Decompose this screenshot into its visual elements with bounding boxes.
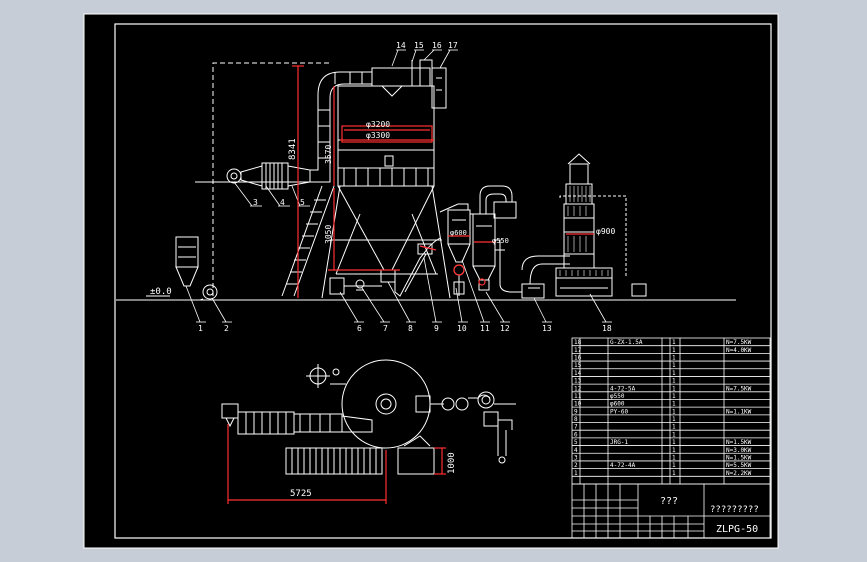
leader-no-10: 10 <box>457 324 467 333</box>
parts-cell-qty: 1 <box>672 416 676 423</box>
parts-cell-no: 10 <box>574 401 582 408</box>
parts-cell-no: 14 <box>574 370 582 377</box>
parts-cell-name: G-ZX-1.5A <box>610 339 643 346</box>
parts-cell-note: N=2.2KW <box>726 470 752 477</box>
parts-cell-note: N=7.5KW <box>726 385 752 392</box>
leader-no-7: 7 <box>383 324 388 333</box>
parts-cell-note: N=4.0KW <box>726 347 752 354</box>
parts-cell-no: 6 <box>574 431 578 438</box>
parts-cell-name: JRG-1 <box>610 439 628 446</box>
plan-width-dimension: 1000 <box>447 452 457 474</box>
drawing-title: ??? <box>660 496 678 507</box>
parts-cell-qty: 1 <box>672 431 676 438</box>
cyclone-1-diameter-label: φ600 <box>450 229 467 237</box>
parts-cell-qty: 1 <box>672 462 676 469</box>
parts-cell-qty: 1 <box>672 355 676 362</box>
leader-no-4: 4 <box>280 198 285 207</box>
leader-no-16: 16 <box>432 41 442 50</box>
parts-cell-no: 7 <box>574 424 578 431</box>
parts-cell-qty: 1 <box>672 347 676 354</box>
company-name: ????????? <box>710 505 759 515</box>
parts-cell-qty: 1 <box>672 454 676 461</box>
parts-cell-qty: 1 <box>672 408 676 415</box>
outer-diameter-label: φ3300 <box>366 131 390 140</box>
leader-no-2: 2 <box>224 324 229 333</box>
cad-drawing-sheet: ±0.0 8341 3570 3050 φ3200 φ3300 φ600 φ55… <box>83 13 779 549</box>
parts-cell-no: 11 <box>574 393 582 400</box>
parts-cell-qty: 1 <box>672 424 676 431</box>
parts-cell-no: 12 <box>574 385 582 392</box>
parts-cell-qty: 1 <box>672 393 676 400</box>
parts-cell-no: 13 <box>574 378 582 385</box>
parts-cell-name: 4-72-5A <box>610 385 636 392</box>
leader-no-18: 18 <box>602 324 612 333</box>
cyclone-2-diameter-label: φ550 <box>492 237 509 245</box>
leader-no-6: 6 <box>357 324 362 333</box>
parts-cell-name: φ600 <box>610 401 625 408</box>
cone-height-dimension: 3050 <box>324 225 333 244</box>
leader-no-3: 3 <box>253 198 258 207</box>
parts-cell-qty: 1 <box>672 385 676 392</box>
top-height-dimension: 3570 <box>324 145 333 164</box>
scrubber-diameter-label: φ900 <box>596 227 615 236</box>
parts-cell-note: N=5.5KW <box>726 462 752 469</box>
parts-cell-name: PY-60 <box>610 408 628 415</box>
parts-cell-note: N=3.0KW <box>726 447 752 454</box>
leader-no-9: 9 <box>434 324 439 333</box>
parts-cell-note: N=7.5KW <box>726 339 752 346</box>
parts-cell-qty: 1 <box>672 439 676 446</box>
parts-cell-note: N=1.5KW <box>726 454 752 461</box>
parts-cell-no: 18 <box>574 339 582 346</box>
leader-no-8: 8 <box>408 324 413 333</box>
parts-cell-no: 4 <box>574 447 578 454</box>
leader-no-12: 12 <box>500 324 510 333</box>
parts-cell-no: 2 <box>574 462 578 469</box>
parts-cell-no: 9 <box>574 408 578 415</box>
leader-no-13: 13 <box>542 324 552 333</box>
parts-cell-name: φ550 <box>610 393 625 400</box>
leader-no-1: 1 <box>198 324 203 333</box>
inner-diameter-label: φ3200 <box>366 120 390 129</box>
parts-cell-no: 17 <box>574 347 582 354</box>
parts-cell-no: 3 <box>574 454 578 461</box>
leader-no-14: 14 <box>396 41 406 50</box>
parts-cell-no: 1 <box>574 470 578 477</box>
parts-cell-no: 5 <box>574 439 578 446</box>
parts-cell-note: N=1.1KW <box>726 408 752 415</box>
parts-cell-qty: 1 <box>672 378 676 385</box>
parts-cell-no: 15 <box>574 362 582 369</box>
leader-no-15: 15 <box>414 41 424 50</box>
plan-length-dimension: 5725 <box>290 489 312 499</box>
parts-cell-name: 4-72-4A <box>610 462 636 469</box>
parts-cell-qty: 1 <box>672 370 676 377</box>
drawing-number: ZLPG-50 <box>716 524 758 535</box>
total-height-dimension: 8341 <box>288 138 298 160</box>
parts-cell-note: N=1.5KW <box>726 439 752 446</box>
leader-no-11: 11 <box>480 324 490 333</box>
parts-cell-no: 16 <box>574 355 582 362</box>
parts-cell-qty: 1 <box>672 447 676 454</box>
leader-no-17: 17 <box>448 41 458 50</box>
parts-cell-qty: 1 <box>672 470 676 477</box>
leader-no-5: 5 <box>300 198 305 207</box>
parts-cell-qty: 1 <box>672 339 676 346</box>
parts-cell-qty: 1 <box>672 362 676 369</box>
parts-cell-no: 8 <box>574 416 578 423</box>
parts-cell-qty: 1 <box>672 401 676 408</box>
